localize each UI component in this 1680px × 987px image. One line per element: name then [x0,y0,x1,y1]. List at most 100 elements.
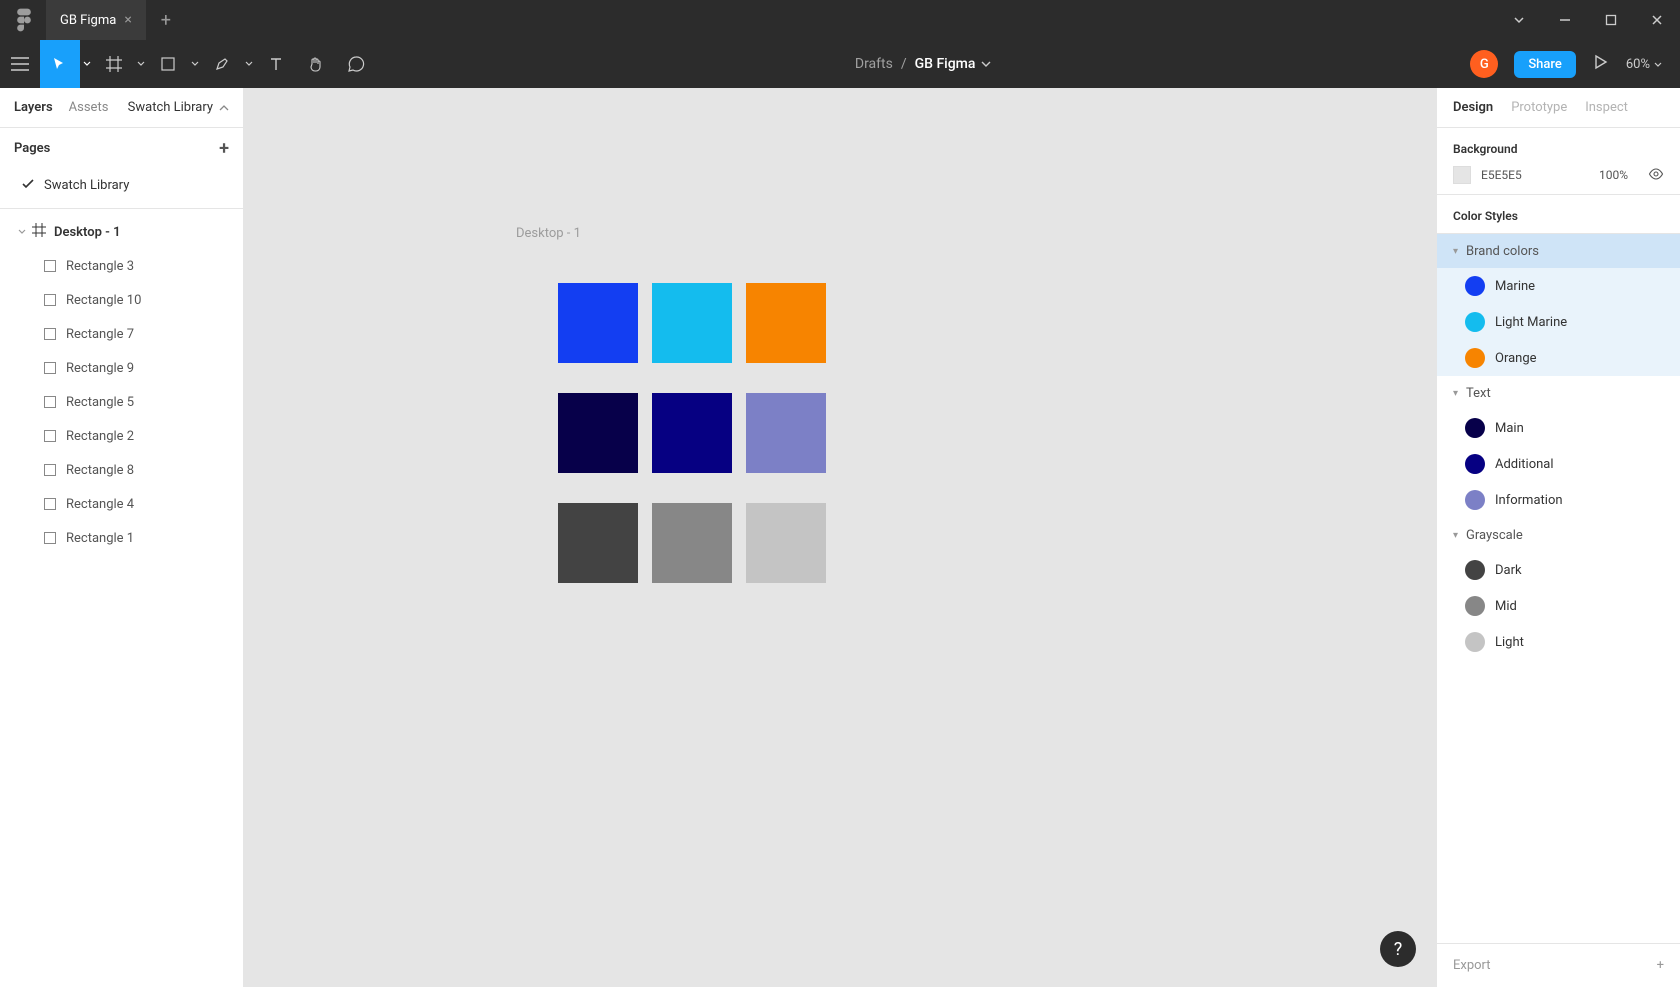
color-dot [1465,596,1485,616]
window-titlebar: GB Figma × + [0,0,1680,40]
page-selector-label: Swatch Library [128,100,213,115]
file-menu-chevron-icon[interactable] [981,56,991,72]
color-dot [1465,312,1485,332]
window-minimize-icon[interactable] [1542,0,1588,40]
hand-tool-icon[interactable] [296,40,336,88]
layer-name: Rectangle 7 [66,327,134,342]
add-export-button[interactable]: + [1657,958,1664,973]
new-tab-button[interactable]: + [147,10,185,31]
color-style-item[interactable]: Dark [1437,552,1680,588]
color-style-item[interactable]: Information [1437,482,1680,518]
canvas[interactable]: Desktop - 1 ? [244,88,1436,987]
layer-item[interactable]: Rectangle 9 [0,351,243,385]
color-styles-title: Color Styles [1453,209,1664,223]
color-swatch[interactable] [558,503,638,583]
comment-tool-icon[interactable] [336,40,376,88]
shape-tool-dropdown[interactable] [188,61,202,67]
layer-name: Rectangle 2 [66,429,134,444]
shape-tool-icon[interactable] [148,40,188,88]
color-swatch[interactable] [746,393,826,473]
color-style-name: Orange [1495,351,1537,366]
color-style-name: Information [1495,493,1563,508]
frame-layer[interactable]: Desktop - 1 [0,215,243,249]
layer-item[interactable]: Rectangle 4 [0,487,243,521]
user-avatar[interactable]: G [1470,50,1498,78]
color-style-item[interactable]: Marine [1437,268,1680,304]
move-tool-icon[interactable] [40,40,80,88]
hamburger-menu-icon[interactable] [0,40,40,88]
layer-name: Rectangle 5 [66,395,134,410]
collapse-chevron-icon[interactable] [18,225,28,240]
breadcrumb-file[interactable]: GB Figma [915,56,976,72]
color-swatch[interactable] [652,503,732,583]
color-style-item[interactable]: Additional [1437,446,1680,482]
page-item[interactable]: Swatch Library [0,168,243,202]
color-group-header[interactable]: ▾Text [1437,376,1680,410]
color-style-item[interactable]: Light Marine [1437,304,1680,340]
text-tool-icon[interactable] [256,40,296,88]
help-button[interactable]: ? [1380,931,1416,967]
color-style-item[interactable]: Orange [1437,340,1680,376]
layer-item[interactable]: Rectangle 7 [0,317,243,351]
layer-item[interactable]: Rectangle 2 [0,419,243,453]
color-swatch[interactable] [558,283,638,363]
layers-tab[interactable]: Layers [14,100,53,115]
zoom-chevron-icon [1654,57,1662,72]
color-style-item[interactable]: Light [1437,624,1680,660]
color-style-name: Light [1495,635,1524,650]
design-tab[interactable]: Design [1453,100,1493,115]
canvas-frame-label[interactable]: Desktop - 1 [516,226,581,241]
window-chevron-icon[interactable] [1496,0,1542,40]
move-tool-dropdown[interactable] [80,61,94,67]
rectangle-icon [44,294,56,306]
rectangle-icon [44,328,56,340]
background-color-chip[interactable] [1453,166,1471,184]
layer-item[interactable]: Rectangle 1 [0,521,243,555]
disclosure-triangle-icon: ▾ [1453,388,1458,399]
file-tab[interactable]: GB Figma × [46,0,147,40]
pen-tool-dropdown[interactable] [242,61,256,67]
assets-tab[interactable]: Assets [69,100,109,115]
close-tab-icon[interactable]: × [124,12,131,28]
color-swatch[interactable] [652,393,732,473]
color-swatch[interactable] [746,283,826,363]
rectangle-icon [44,430,56,442]
share-button[interactable]: Share [1514,51,1576,78]
zoom-control[interactable]: 60% [1626,57,1662,72]
prototype-tab[interactable]: Prototype [1511,100,1567,115]
frame-tool-icon[interactable] [94,40,134,88]
breadcrumb-root[interactable]: Drafts [855,56,893,72]
add-page-button[interactable]: + [219,138,229,159]
frame-tool-dropdown[interactable] [134,61,148,67]
color-style-item[interactable]: Main [1437,410,1680,446]
background-opacity[interactable]: 100% [1599,168,1628,182]
color-style-item[interactable]: Mid [1437,588,1680,624]
rectangle-icon [44,362,56,374]
layer-item[interactable]: Rectangle 10 [0,283,243,317]
color-dot [1465,490,1485,510]
inspect-tab[interactable]: Inspect [1585,100,1628,115]
main-toolbar: Drafts / GB Figma G Share 60% [0,40,1680,88]
color-style-name: Main [1495,421,1524,436]
color-dot [1465,632,1485,652]
layer-item[interactable]: Rectangle 3 [0,249,243,283]
color-swatch[interactable] [652,283,732,363]
color-group-header[interactable]: ▾Grayscale [1437,518,1680,552]
layer-item[interactable]: Rectangle 5 [0,385,243,419]
color-group-header[interactable]: ▾Brand colors [1437,234,1680,268]
frame-icon [32,223,46,241]
rectangle-icon [44,532,56,544]
color-group-name: Grayscale [1466,528,1523,543]
color-swatch[interactable] [746,503,826,583]
window-close-icon[interactable] [1634,0,1680,40]
window-maximize-icon[interactable] [1588,0,1634,40]
visibility-toggle-icon[interactable] [1648,168,1664,183]
layer-item[interactable]: Rectangle 8 [0,453,243,487]
background-hex[interactable]: E5E5E5 [1481,168,1522,182]
present-icon[interactable] [1594,54,1608,74]
pen-tool-icon[interactable] [202,40,242,88]
layer-name: Rectangle 1 [66,531,134,546]
color-swatch[interactable] [558,393,638,473]
page-selector[interactable]: Swatch Library [128,100,229,115]
layer-name: Rectangle 10 [66,293,141,308]
